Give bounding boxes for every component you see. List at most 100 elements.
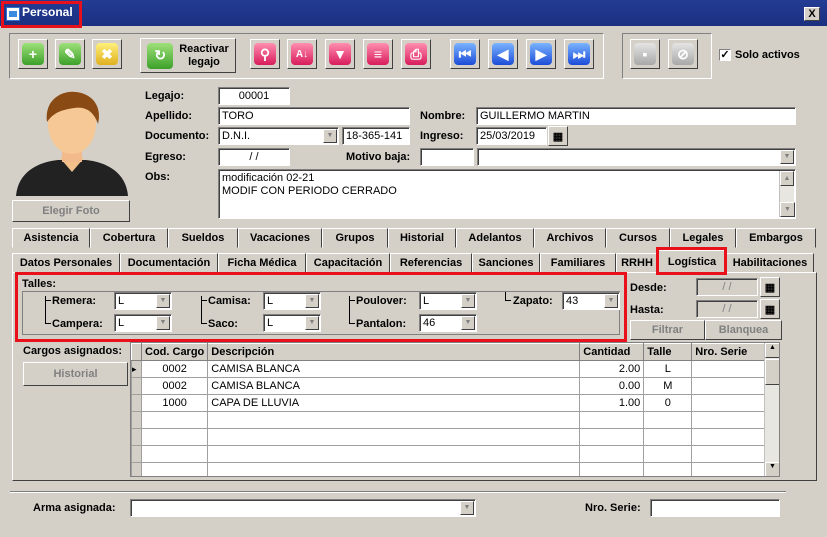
tab-row1[interactable]: Sueldos bbox=[168, 228, 238, 248]
tab-row1[interactable]: Grupos bbox=[322, 228, 388, 248]
tab-row1[interactable]: Embargos bbox=[736, 228, 816, 248]
table-cell[interactable] bbox=[643, 428, 693, 446]
documento-type-select[interactable]: D.N.I. ▼ bbox=[218, 127, 339, 145]
obs-textarea[interactable]: modificación 02-21 MODIF CON PERIODO CER… bbox=[218, 169, 796, 219]
table-cell[interactable]: 0002 bbox=[140, 377, 209, 395]
report-button[interactable]: ≡ bbox=[363, 39, 393, 69]
historial-button[interactable]: Historial bbox=[23, 362, 128, 386]
scroll-down-icon[interactable]: ▼ bbox=[780, 202, 795, 217]
next-record-button[interactable]: ▶ bbox=[526, 39, 556, 69]
table-cell[interactable]: CAMISA BLANCA bbox=[207, 377, 581, 395]
table-row[interactable] bbox=[131, 462, 765, 476]
edit-button[interactable]: ✎ bbox=[55, 39, 85, 69]
table-cell[interactable] bbox=[579, 445, 645, 463]
tab-row2[interactable]: Capacitación bbox=[306, 253, 390, 273]
table-cell[interactable]: 2.00 bbox=[579, 360, 645, 378]
tab-row2[interactable]: Familiares bbox=[540, 253, 616, 273]
tab-row1[interactable]: Cobertura bbox=[90, 228, 168, 248]
table-cell[interactable] bbox=[207, 462, 581, 476]
print-button[interactable]: ⎙ bbox=[401, 39, 431, 69]
ingreso-calendar-button[interactable]: ▦ bbox=[548, 126, 568, 146]
table-row[interactable] bbox=[131, 428, 765, 446]
obs-scrollbar[interactable]: ▲ ▼ bbox=[779, 171, 795, 217]
table-cell[interactable] bbox=[643, 462, 693, 476]
table-cell[interactable] bbox=[140, 411, 209, 429]
tab-row1[interactable]: Cursos bbox=[606, 228, 670, 248]
egreso-field[interactable]: / / bbox=[218, 148, 290, 166]
table-cell[interactable]: 1000 bbox=[140, 394, 209, 412]
table-cell[interactable] bbox=[691, 377, 765, 395]
column-header[interactable]: Cantidad bbox=[579, 343, 645, 361]
table-cell[interactable] bbox=[691, 462, 765, 476]
tab-row2[interactable]: Sanciones bbox=[472, 253, 540, 273]
prev-record-button[interactable]: ◀ bbox=[488, 39, 518, 69]
tab-row1[interactable]: Adelantos bbox=[456, 228, 534, 248]
nro-serie-field[interactable] bbox=[650, 499, 780, 517]
filtrar-button[interactable]: Filtrar bbox=[630, 320, 705, 340]
table-cell[interactable]: CAMISA BLANCA bbox=[207, 360, 581, 378]
last-record-button[interactable]: ⏭ bbox=[564, 39, 594, 69]
table-cell[interactable] bbox=[207, 445, 581, 463]
column-header[interactable]: Descripción bbox=[207, 343, 581, 361]
documento-field[interactable]: 18-365-141 bbox=[342, 127, 410, 145]
tab-row2[interactable]: Referencias bbox=[390, 253, 472, 273]
table-cell[interactable] bbox=[207, 411, 581, 429]
reactivar-legajo-button[interactable]: ↻ Reactivar legajo bbox=[140, 38, 236, 73]
apellido-field[interactable]: TORO bbox=[218, 107, 410, 125]
table-cell[interactable] bbox=[579, 411, 645, 429]
desde-field[interactable]: / / bbox=[696, 278, 758, 296]
scroll-thumb[interactable] bbox=[765, 359, 779, 385]
chevron-down-icon[interactable]: ▼ bbox=[460, 501, 474, 515]
column-header[interactable]: Cod. Cargo bbox=[140, 343, 209, 361]
tab-row1[interactable]: Archivos bbox=[534, 228, 606, 248]
table-cell[interactable] bbox=[140, 445, 209, 463]
save-button[interactable]: ▪ bbox=[630, 39, 660, 69]
legajo-field[interactable]: 00001 bbox=[218, 87, 290, 105]
filter-button[interactable]: ▼ bbox=[325, 39, 355, 69]
table-cell[interactable] bbox=[579, 462, 645, 476]
table-cell[interactable] bbox=[643, 445, 693, 463]
first-record-button[interactable]: ⏮ bbox=[450, 39, 480, 69]
table-cell[interactable]: 0 bbox=[643, 394, 693, 412]
table-cell[interactable]: 0002 bbox=[140, 360, 209, 378]
solo-activos-checkbox[interactable]: ✓ bbox=[719, 49, 731, 61]
tab-row1[interactable]: Legales bbox=[670, 228, 736, 248]
blanquea-button[interactable]: Blanquea bbox=[705, 320, 782, 340]
ingreso-field[interactable]: 25/03/2019 bbox=[476, 127, 547, 145]
table-row[interactable] bbox=[131, 445, 765, 463]
chevron-down-icon[interactable]: ▼ bbox=[323, 129, 337, 143]
tab-row1[interactable]: Historial bbox=[388, 228, 456, 248]
table-cell[interactable]: CAPA DE LLUVIA bbox=[207, 394, 581, 412]
cargos-grid[interactable]: Cod. Cargo Descripción Cantidad Talle Nr… bbox=[130, 342, 780, 477]
desde-calendar-button[interactable]: ▦ bbox=[760, 277, 780, 297]
tab-row2[interactable]: Ficha Médica bbox=[218, 253, 306, 273]
scroll-down-icon[interactable]: ▼ bbox=[765, 462, 779, 476]
table-cell[interactable]: L bbox=[643, 360, 693, 378]
tab-row2[interactable]: Datos Personales bbox=[12, 253, 120, 273]
scroll-up-icon[interactable]: ▲ bbox=[765, 343, 779, 358]
table-cell[interactable]: 1.00 bbox=[579, 394, 645, 412]
table-cell[interactable] bbox=[579, 428, 645, 446]
table-row[interactable]: 1000 CAPA DE LLUVIA 1.00 0 bbox=[131, 394, 765, 412]
motivo-baja-code-field[interactable] bbox=[420, 148, 474, 166]
table-cell[interactable] bbox=[643, 411, 693, 429]
table-cell[interactable] bbox=[691, 428, 765, 446]
table-row[interactable]: ▸ 0002 CAMISA BLANCA 2.00 L bbox=[131, 360, 765, 378]
column-header[interactable]: Talle bbox=[643, 343, 693, 361]
hasta-field[interactable]: / / bbox=[696, 300, 758, 318]
elegir-foto-button[interactable]: Elegir Foto bbox=[12, 200, 130, 222]
scroll-up-icon[interactable]: ▲ bbox=[780, 171, 794, 186]
column-header[interactable]: Nro. Serie bbox=[691, 343, 765, 361]
tab-row1[interactable]: Vacaciones bbox=[238, 228, 322, 248]
table-cell[interactable]: 0.00 bbox=[579, 377, 645, 395]
hasta-calendar-button[interactable]: ▦ bbox=[760, 299, 780, 319]
arma-asignada-select[interactable]: ▼ bbox=[130, 499, 476, 517]
search-button[interactable]: ⚲ bbox=[250, 39, 280, 69]
table-cell[interactable] bbox=[691, 360, 765, 378]
tab-row2[interactable]: Documentación bbox=[120, 253, 218, 273]
table-cell[interactable]: M bbox=[643, 377, 693, 395]
table-cell[interactable] bbox=[691, 394, 765, 412]
motivo-baja-select[interactable]: ▼ bbox=[477, 148, 796, 166]
cancel-button[interactable]: ⊘ bbox=[668, 39, 698, 69]
tab-row1[interactable]: Asistencia bbox=[12, 228, 90, 248]
